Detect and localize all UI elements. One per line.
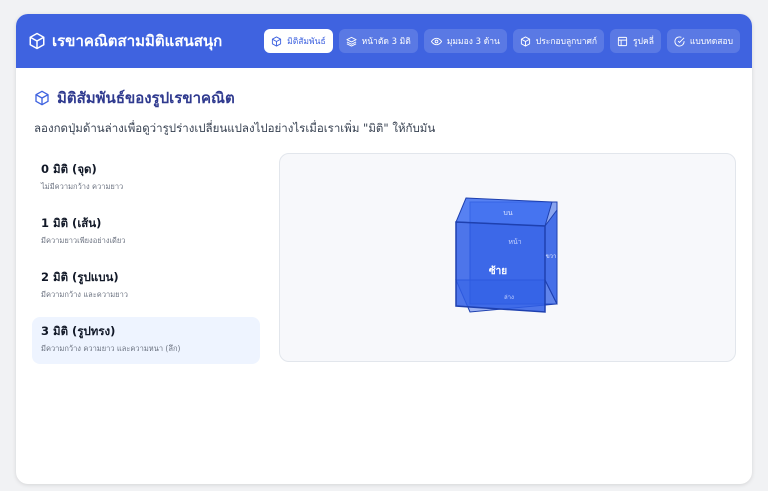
section-description: ลองกดปุ่มด้านล่างเพื่อดูว่ารูปร่างเปลี่ย… xyxy=(34,121,436,135)
check-circle-icon xyxy=(674,35,685,47)
app-header: เรขาคณิตสามมิติแสนสนุก มิติสัมพันธ์ หน้า… xyxy=(16,14,752,68)
cube-3d[interactable]: บน หน้า ซ้าย ขวา ล่าง xyxy=(280,154,735,361)
tab-three-views[interactable]: มุมมอง 3 ด้าน xyxy=(423,29,507,53)
dimension-title: 0 มิติ (จุด) xyxy=(41,162,97,176)
cube-icon xyxy=(272,35,282,47)
dimension-title: 2 มิติ (รูปแบน) xyxy=(41,270,119,284)
section-title: มิติสัมพันธ์ของรูปเรขาคณิต xyxy=(57,89,235,107)
tab-label: หน้าตัด 3 มิติ xyxy=(361,37,411,47)
section-heading: มิติสัมพันธ์ของรูปเรขาคณิต xyxy=(34,86,734,110)
layout-icon xyxy=(617,36,628,46)
tab-dimension-relation[interactable]: มิติสัมพันธ์ xyxy=(264,29,333,53)
cube-icon xyxy=(520,35,530,47)
dimension-0d-button[interactable]: 0 มิติ (จุด) ไม่มีความกว้าง ความยาว xyxy=(32,155,260,202)
dimension-subtitle: มีความยาวเพียงอย่างเดียว xyxy=(41,236,126,245)
tab-label: รูปคลี่ xyxy=(633,37,654,47)
cube-back-face-label: หน้า xyxy=(508,238,521,246)
brand: เรขาคณิตสามมิติแสนสนุก xyxy=(28,29,222,53)
cube-top-face-label: บน xyxy=(503,210,512,217)
app-card: เรขาคณิตสามมิติแสนสนุก มิติสัมพันธ์ หน้า… xyxy=(16,14,752,484)
tab-label: มุมมอง 3 ด้าน xyxy=(446,37,500,47)
app-title: เรขาคณิตสามมิติแสนสนุก xyxy=(52,32,223,50)
dimension-3d-button[interactable]: 3 มิติ (รูปทรง) มีความกว้าง ความยาว และค… xyxy=(32,317,260,364)
tab-quiz[interactable]: แบบทดสอบ xyxy=(666,29,740,53)
cube-icon xyxy=(29,32,45,50)
dimension-list: 0 มิติ (จุด) ไม่มีความกว้าง ความยาว 1 มิ… xyxy=(32,155,260,371)
tab-label: ประกอบลูกบาศก์ xyxy=(535,37,598,47)
dimension-subtitle: มีความกว้าง ความยาว และความหนา (ลึก) xyxy=(41,344,181,353)
cube-right-face-label: ขวา xyxy=(546,254,557,260)
tab-label: แบบทดสอบ xyxy=(689,37,733,47)
cube-bottom-face-label: ล่าง xyxy=(504,294,514,301)
nav-tabs: มิติสัมพันธ์ หน้าตัด 3 มิติ มุมมอง 3 ด้า… xyxy=(264,29,740,53)
tab-label: มิติสัมพันธ์ xyxy=(287,37,326,47)
dimension-subtitle: ไม่มีความกว้าง ความยาว xyxy=(41,182,124,191)
dimension-2d-button[interactable]: 2 มิติ (รูปแบน) มีความกว้าง และความยาว xyxy=(32,263,260,310)
tab-net[interactable]: รูปคลี่ xyxy=(610,29,661,53)
eye-icon xyxy=(430,37,442,45)
cube-icon xyxy=(35,90,49,106)
dimension-1d-button[interactable]: 1 มิติ (เส้น) มีความยาวเพียงอย่างเดียว xyxy=(32,209,260,256)
tab-build-cube[interactable]: ประกอบลูกบาศก์ xyxy=(512,29,605,53)
cube-front-face-label: ซ้าย xyxy=(489,265,507,277)
shape-viewer[interactable]: บน หน้า ซ้าย ขวา ล่าง xyxy=(279,153,736,362)
layers-icon xyxy=(346,36,357,47)
dimension-subtitle: มีความกว้าง และความยาว xyxy=(41,290,128,299)
dimension-title: 3 มิติ (รูปทรง) xyxy=(41,324,116,338)
dimension-title: 1 มิติ (เส้น) xyxy=(41,216,102,230)
tab-cross-section[interactable]: หน้าตัด 3 มิติ xyxy=(338,29,418,53)
